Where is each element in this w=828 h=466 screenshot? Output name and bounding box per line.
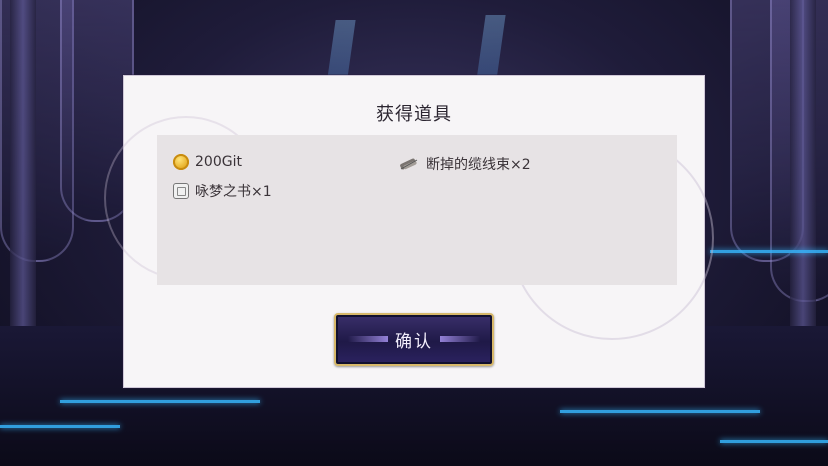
item-reward-dialog: 获得道具 200Git 断掉的缆线束×2 咏梦之书×1 确认 <box>104 75 714 388</box>
button-ornament <box>440 336 480 342</box>
reward-list: 200Git 断掉的缆线束×2 咏梦之书×1 <box>157 135 677 285</box>
reward-item-cable: 断掉的缆线束×2 <box>398 154 531 174</box>
confirm-button[interactable]: 确认 <box>334 313 494 366</box>
floor-light-line <box>0 425 120 428</box>
button-ornament <box>348 336 388 342</box>
reward-label: 200Git <box>195 154 242 170</box>
background-pillar <box>10 0 36 330</box>
floor-light-line <box>720 440 828 443</box>
coin-icon <box>173 154 189 170</box>
cable-icon <box>400 158 418 170</box>
reward-item-book: 咏梦之书×1 <box>173 181 272 201</box>
floor-light-line <box>560 410 760 413</box>
background-pillar <box>790 0 816 330</box>
reward-label: 咏梦之书×1 <box>195 184 272 200</box>
floor-light-line <box>60 400 260 403</box>
book-icon <box>173 183 189 199</box>
confirm-button-label: 确认 <box>395 332 433 352</box>
floor-light-line <box>710 250 828 253</box>
dialog-title: 获得道具 <box>376 104 452 125</box>
reward-item-git: 200Git <box>173 154 242 170</box>
reward-label: 断掉的缆线束×2 <box>426 157 531 173</box>
